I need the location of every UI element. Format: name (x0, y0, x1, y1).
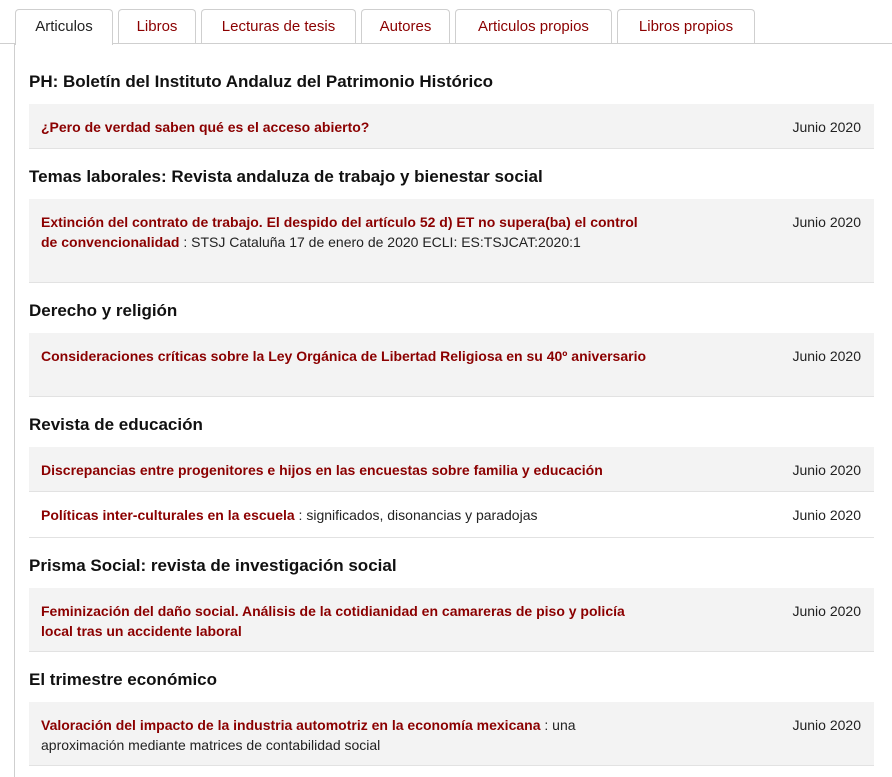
journal-heading: Derecho y religión (29, 301, 178, 320)
tab-panel (14, 43, 892, 777)
article-citation: Feminización del daño social. Análisis d… (41, 602, 651, 641)
journal-heading: El trimestre económico (29, 670, 218, 689)
article-date: Junio 2020 (792, 462, 861, 478)
tab-autores[interactable]: Autores (361, 9, 450, 43)
article-subtitle: : significados, disonancias y paradojas (294, 507, 538, 523)
article-title-link[interactable]: Valoración del impacto de la industria a… (41, 717, 540, 733)
tab-libros-propios[interactable]: Libros propios (617, 9, 755, 43)
article-row: ¿Pero de verdad saben qué es el acceso a… (29, 104, 874, 149)
article-date: Junio 2020 (792, 214, 861, 230)
article-citation: Valoración del impacto de la industria a… (41, 716, 651, 755)
article-date: Junio 2020 (792, 348, 861, 364)
article-row: Valoración del impacto de la industria a… (29, 702, 874, 766)
article-row: Extinción del contrato de trabajo. El de… (29, 199, 874, 283)
journal-heading: PH: Boletín del Instituto Andaluz del Pa… (29, 72, 494, 91)
article-title-link[interactable]: Discrepancias entre progenitores e hijos… (41, 462, 603, 478)
journal-heading: Prisma Social: revista de investigación … (29, 556, 397, 575)
article-title-link[interactable]: Políticas inter-culturales en la escuela (41, 507, 295, 523)
article-row: Feminización del daño social. Análisis d… (29, 588, 874, 652)
article-row: Discrepancias entre progenitores e hijos… (29, 447, 874, 492)
article-citation: Discrepancias entre progenitores e hijos… (41, 461, 691, 481)
tab-bar: Articulos Libros Lecturas de tesis Autor… (0, 0, 892, 45)
tab-lecturas-de-tesis[interactable]: Lecturas de tesis (201, 9, 356, 43)
article-row: Políticas inter-culturales en la escuela… (29, 492, 874, 538)
article-citation: Extinción del contrato de trabajo. El de… (41, 213, 651, 252)
article-citation: Políticas inter-culturales en la escuela… (41, 506, 651, 526)
journal-heading: Revista de educación (29, 415, 203, 434)
article-citation: ¿Pero de verdad saben qué es el acceso a… (41, 118, 651, 138)
article-date: Junio 2020 (792, 603, 861, 619)
article-row: Consideraciones críticas sobre la Ley Or… (29, 333, 874, 397)
tab-articulos-propios[interactable]: Articulos propios (455, 9, 612, 43)
article-date: Junio 2020 (792, 507, 861, 523)
tab-libros[interactable]: Libros (118, 9, 196, 43)
article-subtitle: : STSJ Cataluña 17 de enero de 2020 ECLI… (179, 233, 581, 250)
journal-heading: Temas laborales: Revista andaluza de tra… (29, 167, 543, 186)
article-title-link[interactable]: Consideraciones críticas sobre la Ley Or… (41, 348, 646, 364)
article-date: Junio 2020 (792, 717, 861, 733)
article-title-link[interactable]: Feminización del daño social. Análisis d… (41, 603, 625, 639)
article-date: Junio 2020 (792, 119, 861, 135)
tab-articulos[interactable]: Articulos (15, 9, 113, 45)
article-citation: Consideraciones críticas sobre la Ley Or… (41, 347, 651, 367)
article-title-link[interactable]: ¿Pero de verdad saben qué es el acceso a… (41, 119, 369, 135)
